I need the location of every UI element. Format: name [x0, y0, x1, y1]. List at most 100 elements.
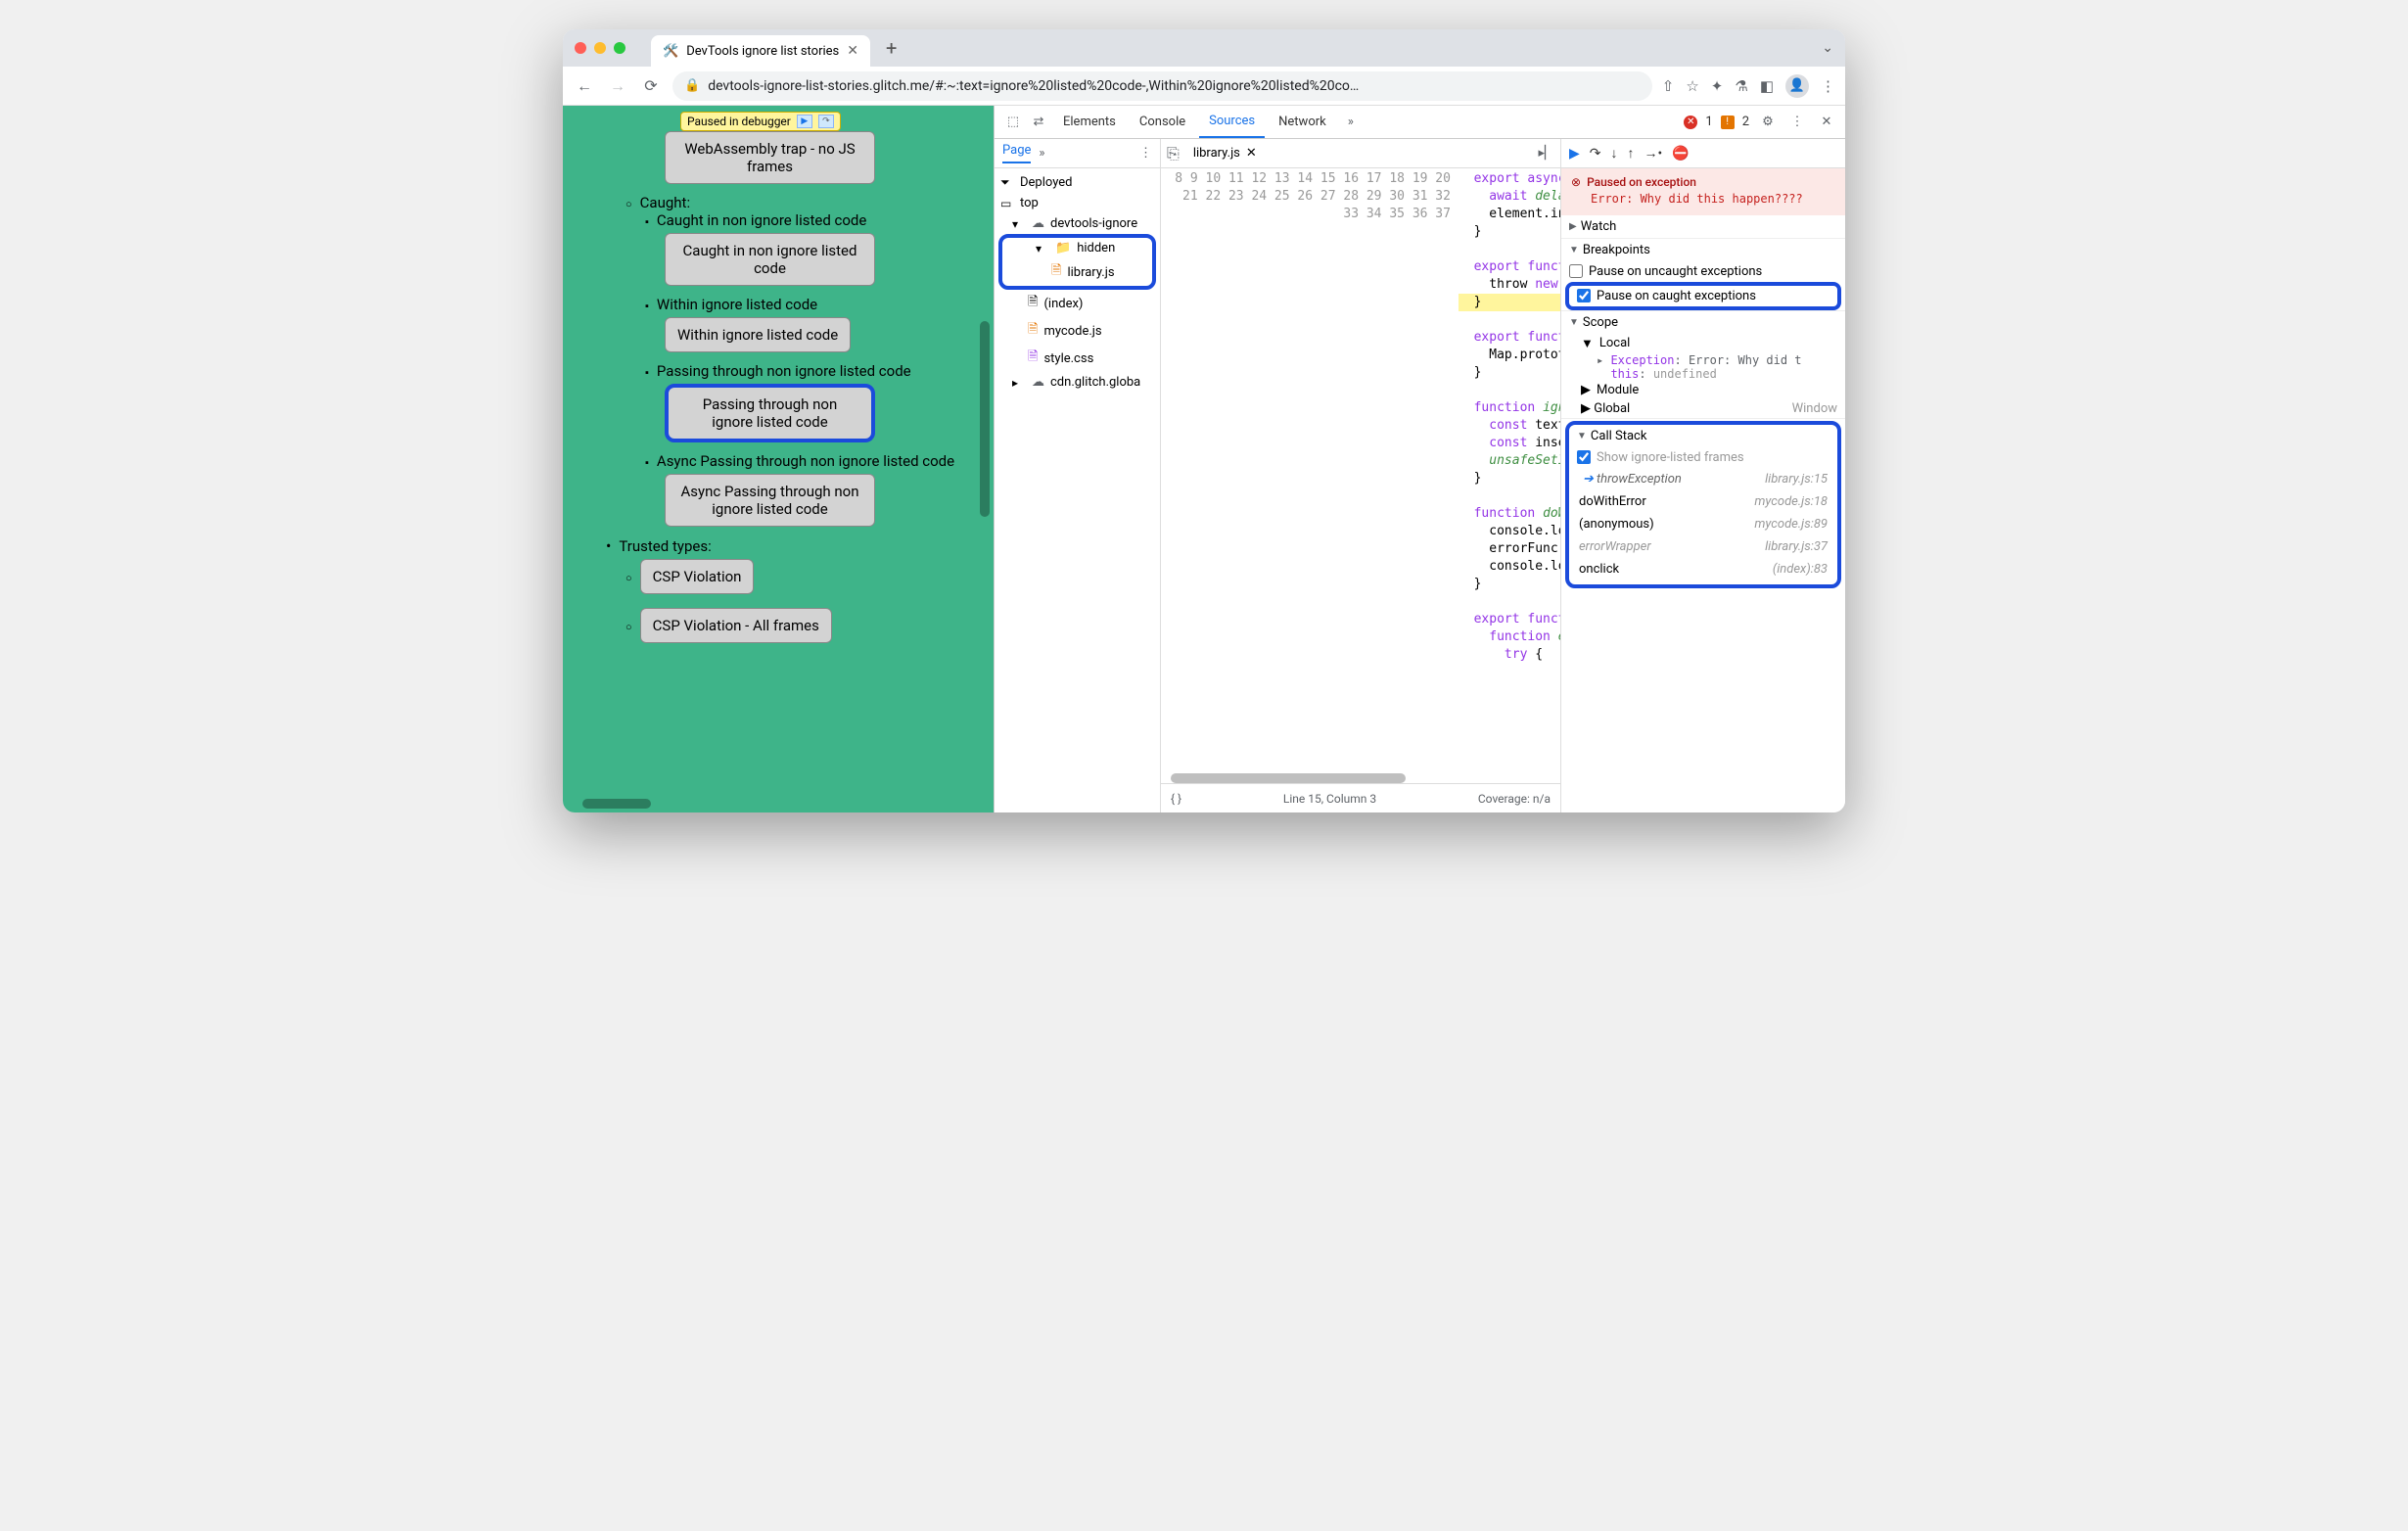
code-line[interactable]	[1459, 681, 1560, 699]
code-line[interactable]: export function errorFromRunt	[1459, 329, 1560, 347]
code-line[interactable]: function errorWrapper() {	[1459, 628, 1560, 646]
pretty-print-icon[interactable]: { }	[1171, 792, 1181, 806]
tabs-dropdown-icon[interactable]: ⌄	[1822, 40, 1833, 56]
page-button-async[interactable]: Async Passing through non ignore listed …	[665, 474, 875, 527]
tree-deployed[interactable]: ⏷Deployed	[995, 172, 1160, 193]
step-button-icon[interactable]: →•	[1644, 145, 1663, 162]
call-stack-frame[interactable]: doWithErrormycode.js:18	[1569, 490, 1837, 513]
code-line[interactable]: await delay();	[1459, 188, 1560, 206]
tree-cdn[interactable]: ▸☁cdn.glitch.globa	[995, 372, 1160, 393]
devtools-tab-console[interactable]: Console	[1130, 107, 1195, 137]
code-line[interactable]: errorFunc();	[1459, 540, 1560, 558]
editor-tab-close-icon[interactable]: ✕	[1246, 146, 1257, 161]
panel-icon[interactable]: ◧	[1760, 77, 1774, 95]
page-vertical-scrollbar[interactable]	[980, 321, 990, 517]
editor-overflow-icon[interactable]: ▸▏	[1538, 146, 1554, 161]
code-line[interactable]: }	[1459, 470, 1560, 487]
code-gutter[interactable]: 8 9 10 11 12 13 14 15 16 17 18 19 20 21 …	[1161, 168, 1459, 783]
new-tab-button[interactable]: +	[886, 36, 897, 60]
code-line[interactable]: console.log('No error yet')	[1459, 523, 1560, 540]
window-close-icon[interactable]	[575, 42, 586, 54]
sources-more-tabs-icon[interactable]: »	[1039, 146, 1044, 161]
devtools-tab-sources[interactable]: Sources	[1199, 106, 1265, 138]
code-line[interactable]: console.log('Never happened	[1459, 558, 1560, 576]
menu-icon[interactable]: ⋮	[1821, 77, 1835, 95]
call-stack-frame[interactable]: errorWrapperlibrary.js:37	[1569, 535, 1837, 558]
page-button-csp[interactable]: CSP Violation	[640, 559, 755, 594]
profile-avatar-icon[interactable]: 👤	[1785, 74, 1809, 98]
device-mode-icon[interactable]: ⇄	[1028, 112, 1049, 133]
page-button-wasm[interactable]: WebAssembly trap - no JS frames	[665, 131, 875, 184]
devtools-tab-network[interactable]: Network	[1269, 107, 1336, 137]
deactivate-breakpoints-icon[interactable]: ⛔	[1672, 146, 1689, 162]
scope-local[interactable]: ▼Local	[1561, 334, 1845, 353]
settings-gear-icon[interactable]: ⚙	[1757, 112, 1779, 133]
share-icon[interactable]: ⇧	[1662, 77, 1675, 95]
page-button-passing[interactable]: Passing through non ignore listed code	[665, 384, 875, 442]
tree-index-file[interactable]: 🗎(index)	[995, 290, 1160, 317]
code-line[interactable]: }	[1459, 223, 1560, 241]
step-over-button-icon[interactable]: ↷	[1590, 146, 1601, 162]
page-button-csp-all[interactable]: CSP Violation - All frames	[640, 608, 832, 643]
forward-button[interactable]: →	[606, 74, 629, 98]
devtools-more-tabs-icon[interactable]: »	[1340, 112, 1362, 133]
code-line[interactable]	[1459, 664, 1560, 681]
code-line[interactable]	[1459, 311, 1560, 329]
step-out-button-icon[interactable]: ↑	[1628, 145, 1635, 162]
call-stack-section[interactable]: ▼Call Stack	[1569, 425, 1837, 447]
code-line[interactable]: try {	[1459, 646, 1560, 664]
code-line[interactable]: Map.prototype.set();	[1459, 347, 1560, 364]
code-line[interactable]: export function throwExceptio	[1459, 258, 1560, 276]
step-over-icon[interactable]: ↷	[818, 115, 834, 128]
devtools-tab-elements[interactable]: Elements	[1053, 107, 1126, 137]
pause-caught-checkbox[interactable]: Pause on caught exceptions	[1565, 282, 1841, 310]
tab-close-icon[interactable]: ✕	[847, 43, 858, 59]
code-line[interactable]	[1459, 487, 1560, 505]
call-stack-frame[interactable]: onclick(index):83	[1569, 558, 1837, 580]
tree-style-file[interactable]: 🗎style.css	[995, 345, 1160, 372]
watch-section[interactable]: ▶Watch	[1561, 215, 1845, 238]
code-line[interactable]: throw new Error('Why did th	[1459, 276, 1560, 294]
scope-section[interactable]: ▼Scope	[1561, 311, 1845, 334]
call-stack-frame[interactable]: throwExceptionlibrary.js:15	[1569, 468, 1837, 490]
tree-library-file[interactable]: 🗎library.js	[1002, 258, 1152, 286]
code-line[interactable]: const text = document.getE	[1459, 417, 1560, 435]
tree-mycode-file[interactable]: 🗎mycode.js	[995, 317, 1160, 345]
code-line[interactable]: }	[1459, 364, 1560, 382]
code-line[interactable]	[1459, 593, 1560, 611]
scope-module[interactable]: ▶Module	[1561, 381, 1845, 399]
bookmark-icon[interactable]: ☆	[1686, 77, 1698, 95]
inspect-icon[interactable]: ⬚	[1002, 112, 1024, 133]
code-line[interactable]	[1459, 382, 1560, 399]
url-bar[interactable]: 🔒 devtools-ignore-list-stories.glitch.me…	[672, 71, 1652, 101]
page-horizontal-scrollbar[interactable]	[582, 799, 651, 809]
code-area[interactable]: export async function unsafeS await dela…	[1459, 168, 1560, 783]
code-line[interactable]: const insertionPoint = docu	[1459, 435, 1560, 452]
reload-button[interactable]: ⟳	[639, 74, 663, 98]
labs-icon[interactable]: ⚗	[1735, 77, 1747, 95]
tree-hidden-folder[interactable]: ▾📁hidden	[1002, 238, 1152, 258]
window-min-icon[interactable]	[594, 42, 606, 54]
show-ignored-frames-checkbox[interactable]: Show ignore-listed frames	[1569, 447, 1837, 468]
code-line[interactable]: function doWithError(errorFun	[1459, 505, 1560, 523]
sources-page-tab[interactable]: Page	[1002, 143, 1031, 163]
code-line[interactable]: export async function unsafeS	[1459, 170, 1560, 188]
code-line[interactable]: unsafeSetInnerHtml(insertio	[1459, 452, 1560, 470]
tree-domain[interactable]: ▾☁devtools-ignore	[995, 213, 1160, 234]
code-line[interactable]: export function wrapErrorHand	[1459, 611, 1560, 628]
pause-uncaught-checkbox[interactable]: Pause on uncaught exceptions	[1561, 261, 1845, 282]
editor-horizontal-scrollbar[interactable]	[1171, 773, 1406, 783]
editor-nav-icon[interactable]: ⎘	[1167, 144, 1180, 163]
code-line[interactable]: element.innerHTML = text;	[1459, 206, 1560, 223]
sources-tabs-menu-icon[interactable]: ⋮	[1139, 146, 1152, 161]
code-line-highlighted[interactable]: }	[1459, 294, 1560, 311]
devtools-menu-icon[interactable]: ⋮	[1786, 112, 1808, 133]
browser-tab[interactable]: 🛠️ DevTools ignore list stories ✕	[651, 35, 870, 67]
step-into-button-icon[interactable]: ↓	[1611, 145, 1618, 162]
code-line[interactable]: }	[1459, 576, 1560, 593]
resume-button-icon[interactable]: ▶	[1569, 146, 1580, 162]
devtools-close-icon[interactable]: ✕	[1816, 112, 1837, 133]
breakpoints-section[interactable]: ▼Breakpoints	[1561, 239, 1845, 261]
extensions-icon[interactable]: ✦	[1711, 77, 1724, 95]
editor-file-tab[interactable]: library.js ✕	[1185, 142, 1265, 164]
